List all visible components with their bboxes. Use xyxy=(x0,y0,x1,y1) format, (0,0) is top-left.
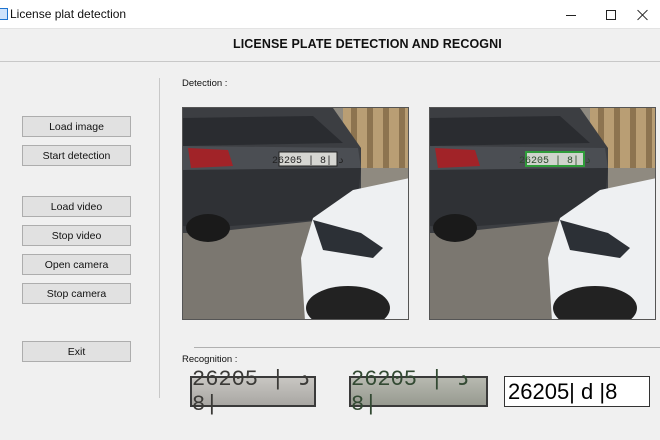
stop-camera-button[interactable]: Stop camera xyxy=(22,283,131,304)
detection-label: Detection : xyxy=(182,78,228,89)
window-title: License plat detection xyxy=(10,7,127,21)
recognition-label: Recognition : xyxy=(182,354,238,365)
recognized-plate-text: 26205| d |8 xyxy=(504,376,650,407)
minimize-icon xyxy=(566,15,576,16)
detection-result-image: 26205 | د |8 xyxy=(429,107,656,320)
detected-plate-text: 26205 | د |8 xyxy=(519,155,591,167)
close-icon xyxy=(637,9,649,21)
section-divider xyxy=(194,347,660,348)
open-camera-button[interactable]: Open camera xyxy=(22,254,131,275)
exit-button[interactable]: Exit xyxy=(22,341,131,362)
close-button[interactable] xyxy=(626,0,660,29)
plate-crop-original: 26205 | د |8 xyxy=(190,367,316,417)
start-detection-button[interactable]: Start detection xyxy=(22,145,131,166)
app-icon xyxy=(0,8,8,20)
header-divider xyxy=(0,61,660,62)
car-plate-text: 26205 | د |8 xyxy=(272,155,344,167)
title-bar: License plat detection xyxy=(0,0,660,29)
load-image-button[interactable]: Load image xyxy=(22,116,131,137)
load-video-button[interactable]: Load video xyxy=(22,196,131,217)
plate-crop-processed: 26205 | د |8 xyxy=(349,367,488,417)
maximize-icon xyxy=(606,9,616,20)
stop-video-button[interactable]: Stop video xyxy=(22,225,131,246)
app-header: LICENSE PLATE DETECTION AND RECOGNI xyxy=(0,30,660,62)
page-title: LICENSE PLATE DETECTION AND RECOGNI xyxy=(233,37,502,51)
panel-divider xyxy=(159,78,160,398)
original-image: 26205 | د |8 xyxy=(182,107,409,320)
